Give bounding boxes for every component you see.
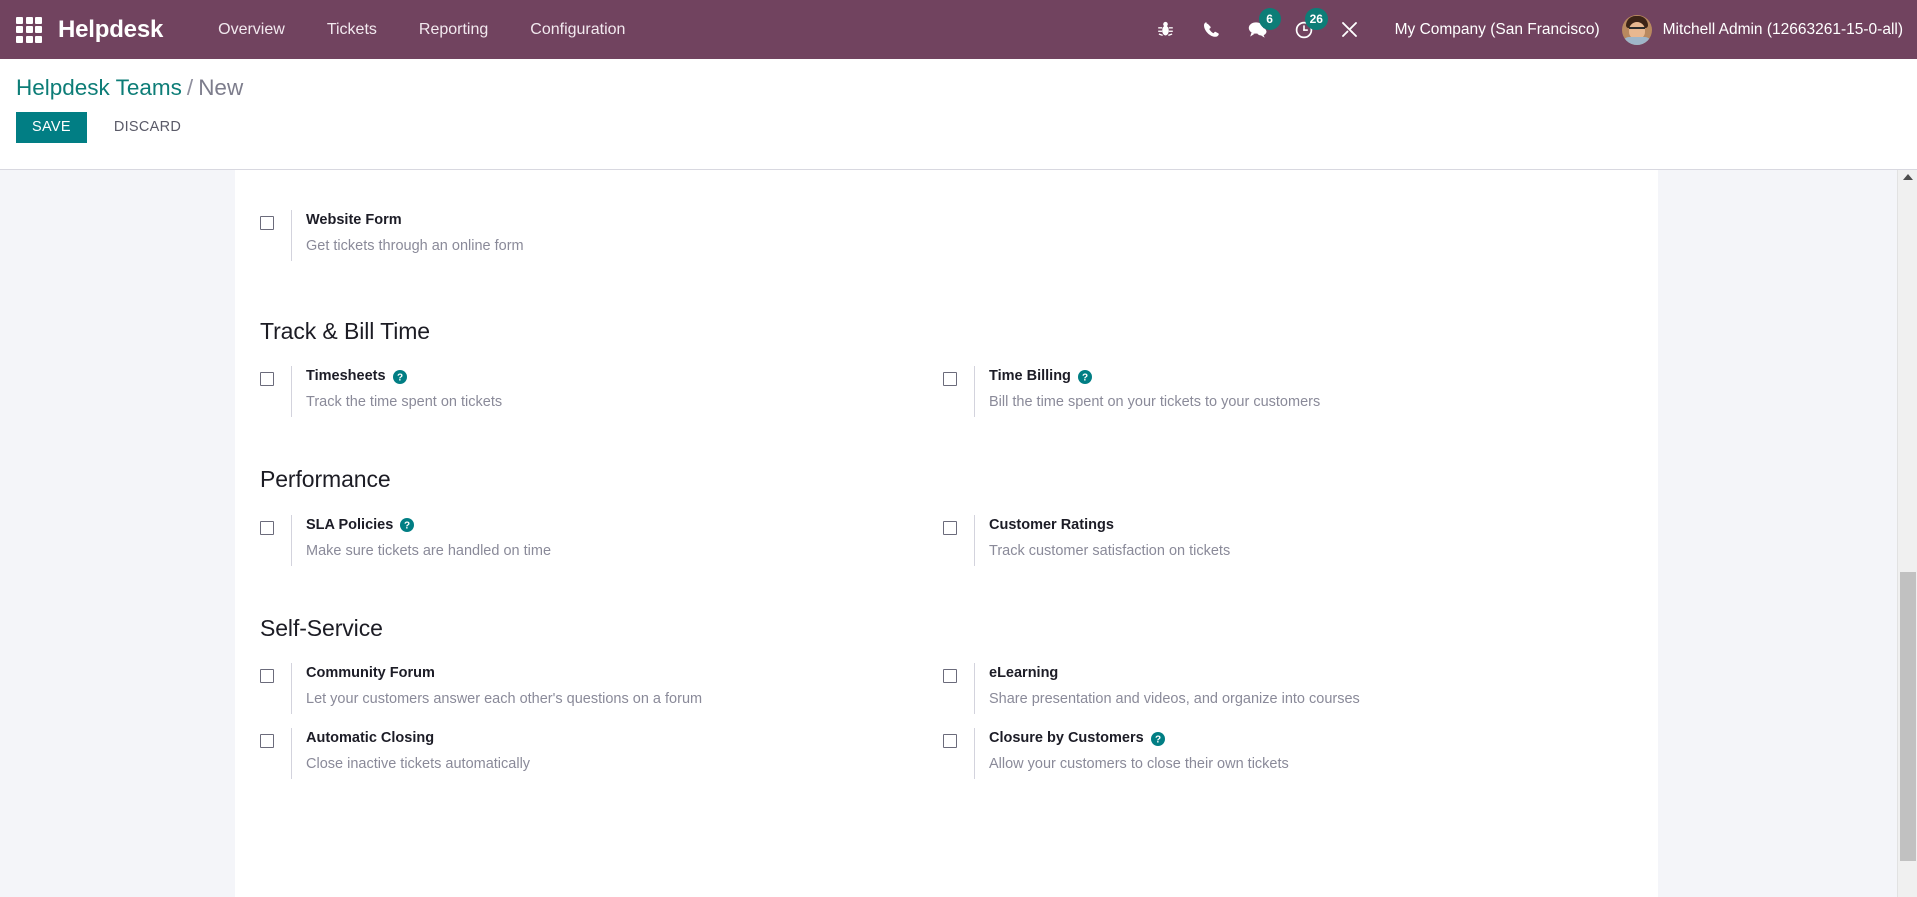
main-menu: Overview Tickets Reporting Configuration [197,0,646,59]
help-icon[interactable]: ? [1077,369,1092,384]
discard-button[interactable]: DISCARD [100,112,195,143]
timesheets-checkbox[interactable] [260,372,274,387]
app-brand-helpdesk[interactable]: Helpdesk [58,16,163,44]
timesheets-label-text: Timesheets [306,368,386,385]
closure-by-customers-checkbox[interactable] [943,734,957,749]
breadcrumb-parent-helpdesk-teams[interactable]: Helpdesk Teams [16,75,182,100]
svg-text:?: ? [404,521,410,532]
apps-grid-icon[interactable] [12,13,46,47]
automatic-closing-checkbox[interactable] [260,734,274,749]
user-menu-label: Mitchell Admin (12663261-15-0-all) [1662,20,1903,38]
control-panel: Helpdesk Teams / New SAVE DISCARD [0,59,1917,170]
closure-by-customers-label-text: Closure by Customers [989,730,1144,747]
activities-clock-icon[interactable]: 26 [1287,0,1328,59]
elearning-label: eLearning [989,663,1360,684]
breadcrumb-separator: / [186,75,194,100]
customer-ratings-label: Customer Ratings [989,515,1230,536]
bug-icon[interactable] [1149,0,1183,59]
section-title-self-service: Self-Service [260,614,383,641]
vertical-scrollbar[interactable] [1897,170,1917,897]
sla-policies-description: Make sure tickets are handled on time [306,542,552,559]
community-forum-description: Let your customers answer each other's q… [306,691,703,707]
help-icon[interactable]: ? [400,518,415,533]
setting-row: Community Forum Let your customers answe… [260,662,1626,715]
setting-row: Timesheets ? Track the time spent on tic… [260,366,1626,418]
website-form-label-text: Website Form [306,212,402,228]
timesheets-label: Timesheets ? [306,366,502,387]
time-billing-checkbox[interactable] [943,372,957,387]
settings-scroll-area: Website Form Get tickets through an onli… [0,170,1917,897]
avatar [1621,14,1652,45]
website-form-checkbox[interactable] [260,216,274,230]
setting-option-sla-policies[interactable]: SLA Policies ? Make sure tickets are han… [260,514,943,566]
elearning-description: Share presentation and videos, and organ… [989,691,1360,707]
section-self-service: Self-Service Community Forum Let your cu… [260,614,1626,780]
sla-policies-checkbox[interactable] [260,520,274,535]
menu-item-tickets[interactable]: Tickets [306,0,398,59]
tools-icon[interactable] [1333,0,1367,59]
section-performance: Performance SLA Policies ? Make sure tic… [260,466,1626,566]
section-track-bill-time: Track & Bill Time Timesheets ? Track the… [260,318,1626,418]
svg-text:?: ? [1155,734,1161,745]
breadcrumb: Helpdesk Teams / New [0,68,1917,101]
help-icon[interactable]: ? [1150,731,1165,746]
time-billing-label: Time Billing ? [989,366,1320,387]
setting-option-automatic-closing[interactable]: Automatic Closing Close inactive tickets… [260,728,943,780]
community-forum-label: Community Forum [306,663,702,684]
phone-icon[interactable] [1195,0,1229,59]
community-forum-label-text: Community Forum [306,664,435,681]
time-billing-label-text: Time Billing [989,368,1071,385]
automatic-closing-description: Close inactive tickets automatically [306,756,531,773]
website-form-description: Get tickets through an online form [306,238,524,255]
sla-policies-label: SLA Policies ? [306,515,551,536]
menu-item-overview[interactable]: Overview [197,0,306,59]
help-icon[interactable]: ? [392,369,407,384]
setting-row: Automatic Closing Close inactive tickets… [260,728,1626,780]
setting-option-timesheets[interactable]: Timesheets ? Track the time spent on tic… [260,366,943,418]
record-actions: SAVE DISCARD [0,101,1917,143]
activities-badge: 26 [1304,8,1328,30]
time-billing-description: Bill the time spent on your tickets to y… [989,394,1321,411]
messages-badge: 6 [1258,8,1281,30]
elearning-label-text: eLearning [989,664,1059,681]
closure-by-customers-label: Closure by Customers ? [989,728,1289,749]
navbar-right-tools: 6 26 My Company (San Francisco) Mitchell… [1143,0,1917,59]
save-button[interactable]: SAVE [16,112,87,143]
setting-option-customer-ratings[interactable]: Customer Ratings Track customer satisfac… [943,514,1626,566]
menu-item-reporting[interactable]: Reporting [398,0,509,59]
customer-ratings-checkbox[interactable] [943,520,957,535]
setting-row: SLA Policies ? Make sure tickets are han… [260,514,1626,566]
top-navbar: Helpdesk Overview Tickets Reporting Conf… [0,0,1917,59]
sla-policies-label-text: SLA Policies [306,516,394,533]
messages-icon[interactable]: 6 [1241,0,1281,59]
svg-text:?: ? [396,372,402,383]
customer-ratings-description: Track customer satisfaction on tickets [989,542,1231,559]
setting-option-closure-by-customers[interactable]: Closure by Customers ? Allow your custom… [943,728,1626,780]
setting-group-ungrouped: Website Form Get tickets through an onli… [260,210,1626,262]
scroll-gutter [1880,170,1897,897]
setting-option-time-billing[interactable]: Time Billing ? Bill the time spent on yo… [943,366,1626,418]
scroll-up-arrow-icon[interactable] [1902,174,1913,180]
community-forum-checkbox[interactable] [260,668,274,683]
automatic-closing-label: Automatic Closing [306,728,530,749]
closure-by-customers-description: Allow your customers to close their own … [989,756,1289,773]
company-switcher[interactable]: My Company (San Francisco) [1395,21,1600,39]
settings-sheet: Website Form Get tickets through an onli… [235,170,1658,897]
website-form-label: Website Form [306,210,524,231]
setting-row: Website Form Get tickets through an onli… [260,210,1626,262]
user-menu[interactable]: Mitchell Admin (12663261-15-0-all) [1614,14,1903,45]
section-title-track-bill-time: Track & Bill Time [260,318,430,345]
section-title-performance: Performance [260,466,391,493]
customer-ratings-label-text: Customer Ratings [989,516,1114,533]
setting-option-elearning[interactable]: eLearning Share presentation and videos,… [943,662,1626,715]
svg-text:?: ? [1082,372,1088,383]
setting-option-community-forum[interactable]: Community Forum Let your customers answe… [260,662,943,715]
elearning-checkbox[interactable] [943,668,957,683]
automatic-closing-label-text: Automatic Closing [306,730,435,747]
setting-option-website-form[interactable]: Website Form Get tickets through an onli… [260,210,943,262]
timesheets-description: Track the time spent on tickets [306,394,503,411]
breadcrumb-current-new: New [198,75,244,100]
menu-item-configuration[interactable]: Configuration [509,0,646,59]
scrollbar-thumb[interactable] [1900,572,1916,861]
